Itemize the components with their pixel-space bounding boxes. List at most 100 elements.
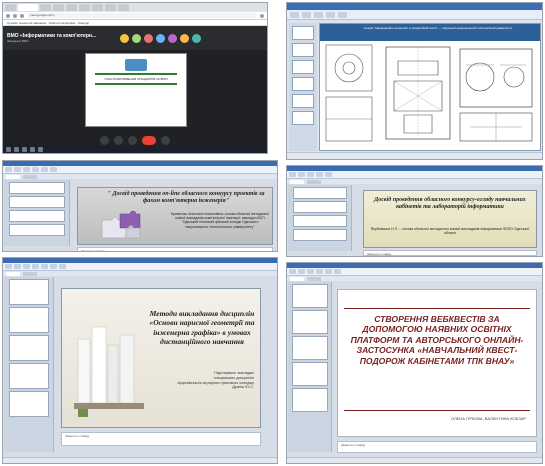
slide-thumbnail[interactable]	[292, 77, 314, 91]
search-icon[interactable]	[14, 147, 19, 152]
ribbon-button[interactable]	[14, 264, 21, 269]
slide-thumbnail[interactable]	[292, 229, 347, 241]
books-icon	[74, 326, 144, 417]
ribbon-button[interactable]	[32, 264, 39, 269]
forward-icon[interactable]	[13, 13, 17, 18]
end-call-button[interactable]	[142, 136, 156, 145]
participant-avatar[interactable]	[132, 33, 142, 43]
slide-thumbnail[interactable]	[8, 363, 49, 389]
more-options-icon[interactable]	[161, 136, 170, 145]
slide-thumbnail[interactable]	[291, 336, 328, 360]
browser-tab-active[interactable]	[18, 4, 38, 11]
ribbon-button[interactable]	[316, 269, 323, 274]
back-icon[interactable]	[6, 13, 10, 18]
ribbon-button[interactable]	[302, 11, 311, 18]
slide-thumbnail[interactable]	[291, 284, 328, 308]
slide-thumbnail[interactable]	[8, 182, 65, 194]
participant-avatar[interactable]	[168, 33, 178, 43]
slide-title: Методи викладання дисциплін «Основи нари…	[149, 309, 255, 347]
tab-slides[interactable]	[290, 277, 304, 281]
browser-tab[interactable]	[79, 4, 90, 11]
slide-thumbnail[interactable]	[292, 111, 314, 125]
ribbon-button[interactable]	[307, 269, 314, 274]
slide-thumbnail[interactable]	[8, 279, 49, 305]
ribbon-button[interactable]	[289, 269, 296, 274]
url-field[interactable]: meet.google.com/...	[27, 13, 257, 18]
slide-thumbnail[interactable]	[291, 310, 328, 334]
ribbon-button[interactable]	[59, 264, 66, 269]
tab-outline[interactable]	[23, 272, 37, 276]
participant-avatar[interactable]	[120, 33, 130, 43]
participant-avatar[interactable]	[192, 33, 202, 43]
ribbon-button[interactable]	[41, 167, 48, 172]
notes-pane[interactable]: Заметки к слайду	[77, 247, 273, 251]
notes-pane[interactable]: Заметки к слайду	[363, 250, 537, 256]
ribbon-button[interactable]	[338, 11, 347, 18]
browser-tab[interactable]	[5, 4, 16, 11]
tab-outline[interactable]	[307, 277, 321, 281]
browser-tab[interactable]	[53, 4, 64, 11]
tab-outline[interactable]	[23, 175, 37, 179]
profile-icon[interactable]	[260, 13, 264, 18]
ribbon-button[interactable]	[5, 264, 12, 269]
slide-thumbnail[interactable]	[292, 43, 314, 57]
browser-tab[interactable]	[105, 4, 116, 11]
start-icon[interactable]	[6, 147, 11, 152]
ribbon-button[interactable]	[32, 167, 39, 172]
ribbon-button[interactable]	[326, 11, 335, 18]
participant-avatar[interactable]	[180, 33, 190, 43]
ribbon-button[interactable]	[23, 264, 30, 269]
participant-avatar[interactable]	[144, 33, 154, 43]
notes-pane[interactable]: Заметки к слайду	[337, 441, 537, 453]
slide-thumbnail[interactable]	[291, 388, 328, 412]
slide-thumbnail[interactable]	[292, 201, 347, 213]
ribbon-button[interactable]	[41, 264, 48, 269]
slide-thumbnail[interactable]	[8, 335, 49, 361]
browser-tab[interactable]	[40, 4, 51, 11]
browser-tab[interactable]	[92, 4, 103, 11]
ribbon-button[interactable]	[14, 167, 21, 172]
ribbon-button[interactable]	[289, 172, 296, 177]
ribbon-button[interactable]	[316, 172, 323, 177]
ribbon-button[interactable]	[50, 264, 57, 269]
ribbon-button[interactable]	[290, 11, 299, 18]
slide-thumbnail[interactable]	[291, 362, 328, 386]
participant-avatar[interactable]	[156, 33, 166, 43]
ribbon-button[interactable]	[50, 167, 57, 172]
slide-thumbnail[interactable]	[8, 196, 65, 208]
slide-thumbnail[interactable]	[292, 94, 314, 108]
camera-icon[interactable]	[114, 136, 123, 145]
ribbon-button[interactable]	[23, 167, 30, 172]
current-slide: СТВОРЕННЯ ВЕБКВЕСТІВ ЗА ДОПОМОГОЮ НАЯВНИ…	[337, 289, 537, 437]
ribbon-button[interactable]	[314, 11, 323, 18]
tab-slides[interactable]	[6, 175, 20, 179]
slide-thumbnail[interactable]	[292, 215, 347, 227]
browser-tab[interactable]	[118, 4, 129, 11]
ribbon-button[interactable]	[298, 269, 305, 274]
slide-thumbnail[interactable]	[292, 26, 314, 40]
ribbon-button[interactable]	[325, 269, 332, 274]
slide-thumbnail[interactable]	[8, 224, 65, 236]
drawing-presentation-window: Секція "Інформаційні технології в профес…	[286, 2, 543, 160]
explorer-icon[interactable]	[30, 147, 35, 152]
slide-thumbnail[interactable]	[8, 307, 49, 333]
ribbon-button[interactable]	[298, 172, 305, 177]
ribbon-button[interactable]	[307, 172, 314, 177]
slide-thumbnail[interactable]	[292, 187, 347, 199]
present-icon[interactable]	[128, 136, 137, 145]
browser-tab[interactable]	[66, 4, 77, 11]
word-icon[interactable]	[38, 147, 43, 152]
slide-thumbnail[interactable]	[292, 60, 314, 74]
ribbon-button[interactable]	[334, 269, 341, 274]
reload-icon[interactable]	[20, 13, 24, 18]
microphone-icon[interactable]	[100, 136, 109, 145]
ribbon-button[interactable]	[5, 167, 12, 172]
ribbon-button[interactable]	[325, 172, 332, 177]
slide-thumbnail[interactable]	[8, 391, 49, 417]
slide-thumbnail[interactable]	[8, 210, 65, 222]
tab-slides[interactable]	[290, 180, 304, 184]
tab-slides[interactable]	[6, 272, 20, 276]
chrome-icon[interactable]	[22, 147, 27, 152]
notes-pane[interactable]: Заметки к слайду	[61, 432, 261, 446]
tab-outline[interactable]	[307, 180, 321, 184]
